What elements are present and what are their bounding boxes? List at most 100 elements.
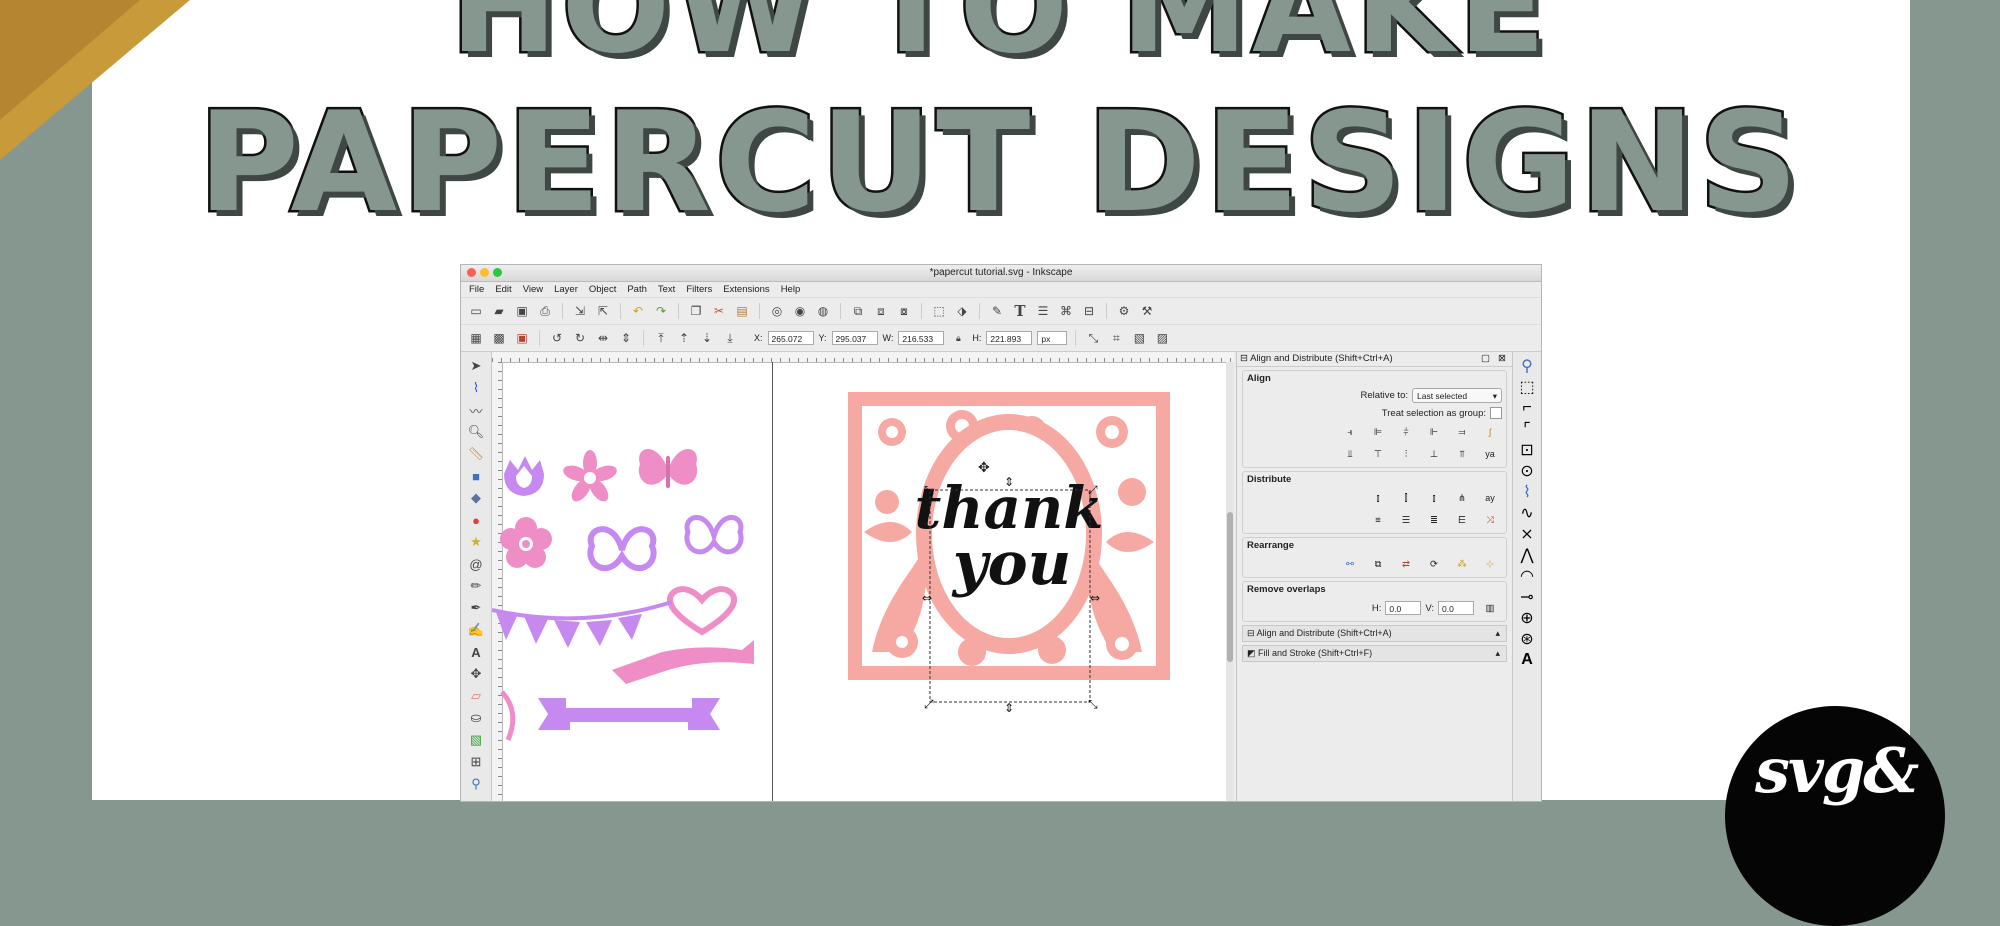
clone-icon[interactable]: ⧈ bbox=[872, 302, 890, 320]
document-properties-icon[interactable]: ⚙ bbox=[1115, 302, 1133, 320]
tulip-shape[interactable] bbox=[504, 456, 544, 496]
distribute-center-h-icon[interactable]: ⫿ bbox=[1394, 489, 1418, 507]
butterfly-outline-shape[interactable] bbox=[587, 526, 657, 572]
align-bottom-icon[interactable]: ⊥ bbox=[1422, 445, 1446, 463]
collapse-arrow-icon[interactable]: ▴ bbox=[1495, 626, 1500, 641]
distribute-gaps-v-icon[interactable]: ⋿ bbox=[1450, 511, 1474, 529]
undo-icon[interactable]: ↶ bbox=[629, 302, 647, 320]
menu-layer[interactable]: Layer bbox=[554, 282, 578, 297]
vertical-scroll-thumb[interactable] bbox=[1227, 512, 1233, 662]
snap-line-midpoints-icon[interactable]: ⊸ bbox=[1519, 589, 1535, 606]
text-tool-icon[interactable]: A bbox=[466, 643, 486, 661]
exchange-positions-icon[interactable]: ⧉ bbox=[1366, 555, 1390, 573]
cut-icon[interactable]: ✂ bbox=[710, 302, 728, 320]
star-flower-shape[interactable] bbox=[561, 450, 619, 505]
select-all-icon[interactable]: ▦ bbox=[467, 329, 485, 347]
gradient-tool-icon[interactable]: ▧ bbox=[466, 731, 486, 749]
node-tool-icon[interactable]: ⌇ bbox=[466, 379, 486, 397]
zoom-page-icon[interactable]: ◍ bbox=[814, 302, 832, 320]
scale-stroke-icon[interactable]: ⤡ bbox=[1084, 329, 1102, 347]
zoom-tool-icon[interactable]: 🔍︎ bbox=[466, 423, 486, 441]
snap-paths-icon[interactable]: ∿ bbox=[1519, 505, 1535, 522]
star-tool-icon[interactable]: ★ bbox=[466, 533, 486, 551]
snap-object-centers-icon[interactable]: ⊕ bbox=[1519, 610, 1535, 627]
treat-as-group-checkbox[interactable] bbox=[1490, 407, 1502, 419]
bucket-tool-icon[interactable]: ⛀ bbox=[466, 709, 486, 727]
curl-shape[interactable] bbox=[500, 690, 516, 741]
duplicate-icon[interactable]: ⧉ bbox=[849, 302, 867, 320]
align-right-to-left-icon[interactable]: ⫣ bbox=[1338, 423, 1362, 441]
x-field[interactable]: 265.072 bbox=[767, 331, 814, 345]
new-document-icon[interactable]: ▭ bbox=[467, 302, 485, 320]
layers-icon[interactable]: ☰ bbox=[1034, 302, 1052, 320]
scale-corners-icon[interactable]: ⌗ bbox=[1107, 329, 1125, 347]
mesh-tool-icon[interactable]: ⊞ bbox=[466, 753, 486, 771]
menu-text[interactable]: Text bbox=[658, 282, 675, 297]
height-field[interactable]: 221.893 bbox=[986, 331, 1033, 345]
snap-cusp-nodes-icon[interactable]: ⋀ bbox=[1519, 547, 1535, 564]
flower-pink-shape[interactable] bbox=[500, 517, 552, 568]
transform-gradients-icon[interactable]: ▧ bbox=[1130, 329, 1148, 347]
open-folder-icon[interactable]: ▰ bbox=[490, 302, 508, 320]
preferences-icon[interactable]: ⚒ bbox=[1138, 302, 1156, 320]
snap-bbox-corners-icon[interactable]: ⌜ bbox=[1519, 421, 1535, 438]
exchange-clockwise-icon[interactable]: ⟳ bbox=[1422, 555, 1446, 573]
spray-tool-icon[interactable]: ✥ bbox=[466, 665, 486, 683]
menu-view[interactable]: View bbox=[523, 282, 543, 297]
relative-to-select[interactable]: Last selected ▾ bbox=[1412, 388, 1502, 403]
flip-vertical-icon[interactable]: ⇕ bbox=[617, 329, 635, 347]
lower-to-bottom-icon[interactable]: ⤓ bbox=[721, 329, 739, 347]
align-dialog-icon[interactable]: ⊟ bbox=[1080, 302, 1098, 320]
butterfly-pink-shape[interactable] bbox=[638, 449, 698, 488]
distribute-right-icon[interactable]: ⫾ bbox=[1422, 489, 1446, 507]
group-icon[interactable]: ⬚ bbox=[930, 302, 948, 320]
collapse-arrow-icon[interactable]: ▴ bbox=[1495, 646, 1500, 661]
fill-stroke-icon[interactable]: ✎ bbox=[988, 302, 1006, 320]
snap-bbox-icon[interactable]: ⬚ bbox=[1519, 379, 1535, 396]
distribute-baseline-h-icon[interactable]: ay bbox=[1478, 489, 1502, 507]
snap-bbox-centers-icon[interactable]: ⊙ bbox=[1519, 463, 1535, 480]
menu-help[interactable]: Help bbox=[781, 282, 801, 297]
center-vertical-axis-icon[interactable]: ⫩ bbox=[1394, 423, 1418, 441]
align-bottom-to-top-icon[interactable]: ⫫ bbox=[1338, 445, 1362, 463]
import-icon[interactable]: ⇲ bbox=[571, 302, 589, 320]
snap-text-baseline-icon[interactable]: A bbox=[1519, 651, 1535, 668]
drawing-canvas[interactable]: thank you ⤡ ⇕ ⤢ ⇔ ⇔ ⤢ ⇕ ⤡ ✥ bbox=[492, 352, 1234, 801]
menu-object[interactable]: Object bbox=[589, 282, 616, 297]
select-all-layers-icon[interactable]: ▩ bbox=[490, 329, 508, 347]
raise-to-top-icon[interactable]: ⤒ bbox=[652, 329, 670, 347]
distribute-top-icon[interactable]: ≡ bbox=[1366, 511, 1390, 529]
ungroup-icon[interactable]: ⬗ bbox=[953, 302, 971, 320]
text-font-icon[interactable]: T bbox=[1011, 302, 1029, 320]
xml-editor-icon[interactable]: ⌘ bbox=[1057, 302, 1075, 320]
paste-icon[interactable]: ▤ bbox=[733, 302, 751, 320]
copy-icon[interactable]: ❐ bbox=[687, 302, 705, 320]
overlap-h-field[interactable]: 0.0 bbox=[1385, 601, 1422, 615]
rectangle-tool-icon[interactable]: ■ bbox=[466, 467, 486, 485]
banner-pink-shape[interactable] bbox=[612, 640, 754, 684]
distribute-bottom-icon[interactable]: ≣ bbox=[1422, 511, 1446, 529]
pen-tool-icon[interactable]: ✒ bbox=[466, 599, 486, 617]
maximize-dot[interactable] bbox=[493, 268, 502, 277]
unclump-icon[interactable]: ⁂ bbox=[1450, 555, 1474, 573]
minimize-dot[interactable] bbox=[480, 268, 489, 277]
eraser-tool-icon[interactable]: ▱ bbox=[466, 687, 486, 705]
banner-purple-shape[interactable] bbox=[538, 698, 720, 730]
close-dot[interactable] bbox=[467, 268, 476, 277]
export-icon[interactable]: ⇱ bbox=[594, 302, 612, 320]
flip-horizontal-icon[interactable]: ⇹ bbox=[594, 329, 612, 347]
snap-nodes-icon[interactable]: ⌇ bbox=[1519, 484, 1535, 501]
print-icon[interactable]: ⎙ bbox=[536, 302, 554, 320]
iconify-icon[interactable]: ▢ bbox=[1481, 352, 1490, 366]
selector-tool-icon[interactable]: ➤ bbox=[466, 357, 486, 375]
spiral-tool-icon[interactable]: @ bbox=[466, 555, 486, 573]
raise-icon[interactable]: ⇡ bbox=[675, 329, 693, 347]
butterfly-outline-shape-2[interactable] bbox=[684, 515, 744, 555]
menu-edit[interactable]: Edit bbox=[495, 282, 511, 297]
remove-overlaps-button[interactable]: ▥ bbox=[1478, 599, 1502, 617]
snap-rotation-centers-icon[interactable]: ⊛ bbox=[1519, 631, 1535, 648]
papercut-card[interactable]: thank you bbox=[848, 392, 1170, 680]
calligraphy-tool-icon[interactable]: ✍ bbox=[466, 621, 486, 639]
width-field[interactable]: 216.533 bbox=[898, 331, 945, 345]
randomize-icon[interactable]: ⤨ bbox=[1478, 511, 1502, 529]
